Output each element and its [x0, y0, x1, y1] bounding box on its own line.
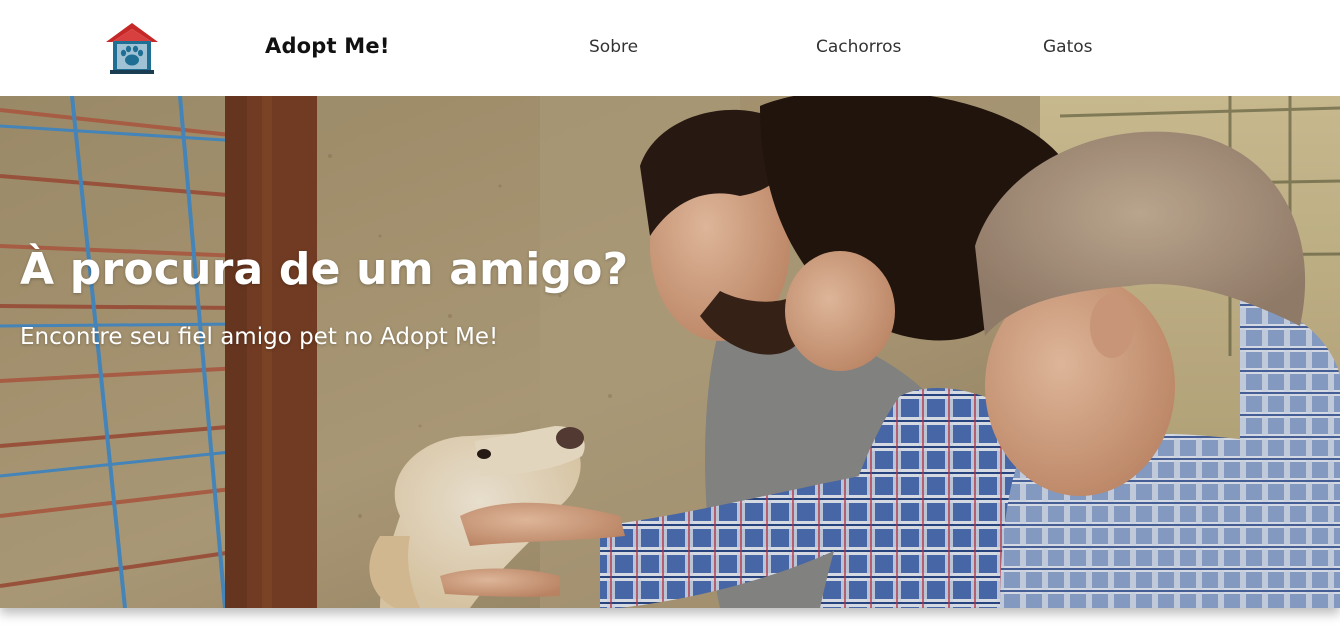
hero-title: À procura de um amigo? — [20, 244, 629, 295]
hero-subtitle: Encontre seu fiel amigo pet no Adopt Me! — [20, 324, 499, 350]
nav-link-gatos[interactable]: Gatos — [1043, 37, 1093, 57]
hero-banner: À procura de um amigo? Encontre seu fiel… — [0, 96, 1340, 608]
brand-name[interactable]: Adopt Me! — [265, 34, 390, 58]
dog-house-paw-icon[interactable] — [104, 20, 160, 76]
nav-link-cachorros[interactable]: Cachorros — [816, 37, 901, 57]
hero-photo — [0, 96, 1340, 608]
top-navbar: Adopt Me! Sobre Cachorros Gatos — [0, 0, 1340, 96]
nav-link-sobre[interactable]: Sobre — [589, 37, 638, 57]
